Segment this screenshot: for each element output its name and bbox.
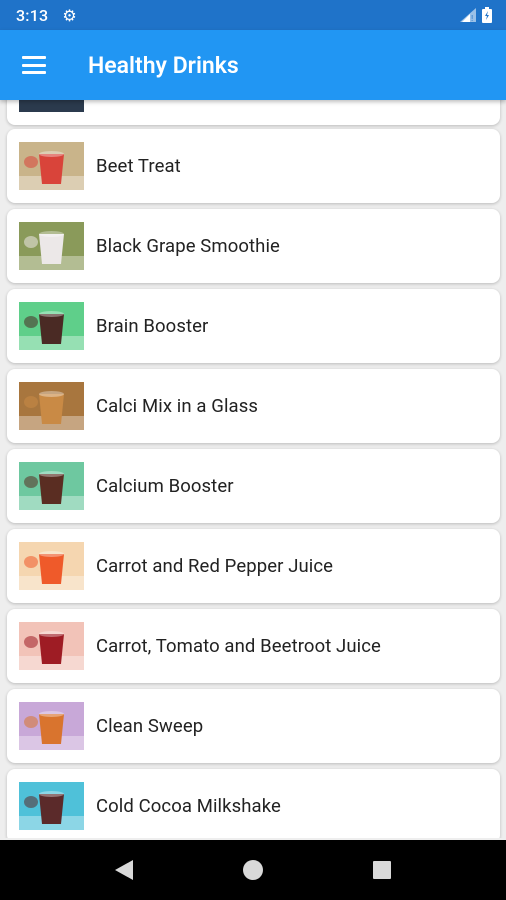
- settings-gear-icon: ⚙: [62, 5, 77, 25]
- list-item[interactable]: Calci Mix in a Glass: [7, 369, 500, 443]
- drink-thumbnail: [19, 302, 84, 350]
- drink-thumbnail: [19, 782, 84, 830]
- drink-name: Carrot and Red Pepper Juice: [96, 555, 334, 577]
- system-nav-bar: [0, 840, 506, 900]
- list-item[interactable]: Carrot and Red Pepper Juice: [7, 529, 500, 603]
- list-item[interactable]: Beet Treat: [7, 129, 500, 203]
- home-icon[interactable]: [243, 860, 263, 880]
- drink-thumbnail: [19, 462, 84, 510]
- list-item[interactable]: Calcium Booster: [7, 449, 500, 523]
- status-time: 3:13: [16, 5, 49, 25]
- list-item[interactable]: Cold Cocoa Milkshake: [7, 769, 500, 838]
- status-bar: 3:13 ⚙ !: [0, 0, 506, 30]
- drink-name: Brain Booster: [96, 315, 209, 337]
- list-item[interactable]: Clean Sweep: [7, 689, 500, 763]
- drink-thumbnail: [19, 100, 84, 112]
- drink-thumbnail: [19, 142, 84, 190]
- list-item[interactable]: Carrot, Tomato and Beetroot Juice: [7, 609, 500, 683]
- app-bar: Healthy Drinks: [0, 30, 506, 100]
- list-item-partial[interactable]: [7, 100, 500, 125]
- drink-name: Calcium Booster: [96, 475, 234, 497]
- drink-thumbnail: [19, 622, 84, 670]
- battery-icon: [482, 7, 492, 23]
- svg-text:!: !: [471, 14, 473, 22]
- drink-thumbnail: [19, 702, 84, 750]
- drink-name: Calci Mix in a Glass: [96, 395, 259, 417]
- drink-thumbnail: [19, 542, 84, 590]
- drink-thumbnail: [19, 222, 84, 270]
- page-title: Healthy Drinks: [88, 51, 239, 79]
- back-icon[interactable]: [115, 860, 133, 880]
- drink-thumbnail: [19, 382, 84, 430]
- drinks-list[interactable]: Beet Treat Black Grape Smoothie Brain Bo…: [0, 100, 506, 838]
- list-item[interactable]: Brain Booster: [7, 289, 500, 363]
- drink-name: Clean Sweep: [96, 715, 204, 737]
- recent-apps-icon[interactable]: [373, 861, 391, 879]
- list-item[interactable]: Black Grape Smoothie: [7, 209, 500, 283]
- drink-name: Beet Treat: [96, 155, 181, 177]
- signal-icon: !: [460, 8, 476, 22]
- drink-name: Black Grape Smoothie: [96, 235, 280, 257]
- drink-name: Cold Cocoa Milkshake: [96, 795, 281, 817]
- hamburger-menu-icon[interactable]: [22, 56, 46, 74]
- drink-name: Carrot, Tomato and Beetroot Juice: [96, 635, 381, 657]
